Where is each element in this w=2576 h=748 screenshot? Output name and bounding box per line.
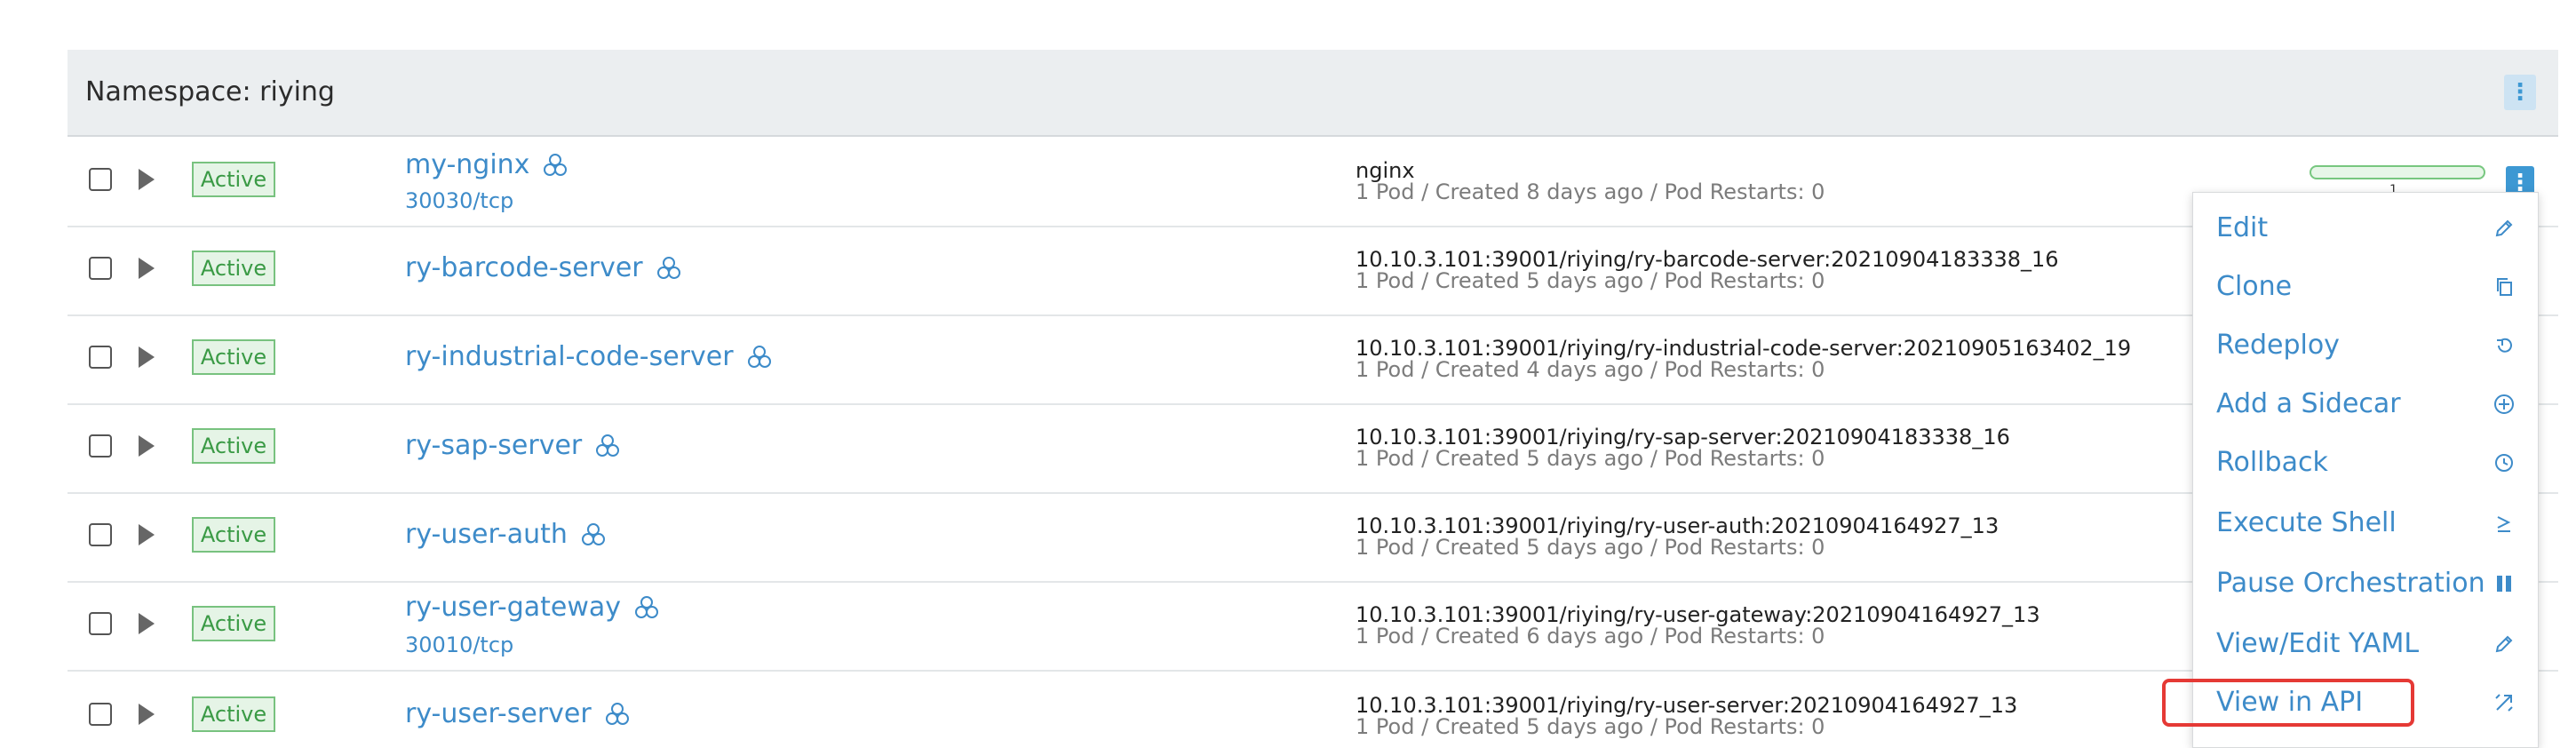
workload-name-line: ry-user-gateway	[405, 592, 660, 623]
workload-meta: 1 Pod / Created 5 days ago / Pod Restart…	[1356, 268, 1825, 293]
row-checkbox[interactable]	[89, 612, 112, 635]
workload-meta: 1 Pod / Created 5 days ago / Pod Restart…	[1356, 535, 1825, 560]
menu-item-redeploy[interactable]: Redeploy	[2193, 317, 2538, 376]
cluster-icon	[605, 702, 629, 725]
table-row: Active ry-user-gateway 30010/tcp 10.10.3…	[68, 581, 2558, 672]
kebab-icon: ⋮	[2508, 79, 2532, 106]
workload-meta: 1 Pod / Created 6 days ago / Pod Restart…	[1356, 624, 1825, 649]
table-row: Active ry-sap-server 10.10.3.101:39001/r…	[68, 403, 2558, 494]
cluster-icon	[747, 345, 771, 368]
workload-name-link[interactable]: ry-barcode-server	[405, 252, 643, 283]
pencil-icon	[2490, 214, 2518, 243]
menu-item-label: View/Edit YAML	[2216, 628, 2420, 659]
status-badge: Active	[192, 517, 275, 553]
status-badge: Active	[192, 339, 275, 375]
history-icon	[2490, 449, 2518, 477]
expand-icon[interactable]	[139, 613, 155, 634]
expand-icon[interactable]	[139, 169, 155, 190]
workload-name-line: ry-user-auth	[405, 519, 607, 550]
row-checkbox[interactable]	[89, 434, 112, 458]
namespace-header: Namespace: riying ⋮	[68, 50, 2558, 137]
menu-item-edit[interactable]: Edit	[2193, 200, 2538, 259]
pencil-icon	[2490, 630, 2518, 658]
external-link-icon	[2490, 688, 2518, 717]
workload-name-link[interactable]: ry-sap-server	[405, 430, 582, 461]
workload-port-link[interactable]: 30030/tcp	[405, 188, 513, 213]
workload-meta: 1 Pod / Created 4 days ago / Pod Restart…	[1356, 357, 1825, 382]
menu-item-view-edit-yaml[interactable]: View/Edit YAML	[2193, 616, 2538, 674]
table-row: Active ry-barcode-server 10.10.3.101:390…	[68, 226, 2558, 316]
expand-icon[interactable]	[139, 524, 155, 545]
expand-icon[interactable]	[139, 704, 155, 725]
scale-bar[interactable]	[2310, 165, 2485, 179]
highlight-box	[2162, 679, 2414, 727]
expand-icon[interactable]	[139, 346, 155, 368]
row-checkbox[interactable]	[89, 257, 112, 280]
menu-item-rollback[interactable]: Rollback	[2193, 434, 2538, 493]
expand-icon[interactable]	[139, 435, 155, 457]
status-badge: Active	[192, 606, 275, 641]
menu-item-add-sidecar[interactable]: Add a Sidecar	[2193, 376, 2538, 434]
cluster-icon	[581, 522, 605, 545]
row-actions-menu: Edit Clone Redeploy Add a Sidecar Rollba…	[2192, 192, 2539, 748]
workload-port-link[interactable]: 30010/tcp	[405, 633, 513, 657]
menu-item-label: Rollback	[2216, 447, 2328, 478]
status-badge: Active	[192, 162, 275, 197]
row-checkbox[interactable]	[89, 703, 112, 726]
row-checkbox[interactable]	[89, 168, 112, 191]
workload-name-link[interactable]: ry-user-gateway	[405, 592, 621, 623]
workload-meta: 1 Pod / Created 5 days ago / Pod Restart…	[1356, 714, 1825, 739]
workload-name-link[interactable]: ry-industrial-code-server	[405, 341, 734, 372]
workload-name-line: ry-barcode-server	[405, 252, 682, 283]
menu-item-label: Add a Sidecar	[2216, 388, 2401, 419]
workload-meta: 1 Pod / Created 5 days ago / Pod Restart…	[1356, 446, 1825, 471]
cluster-icon	[656, 256, 680, 279]
circle-plus-icon	[2490, 390, 2518, 418]
menu-item-clone[interactable]: Clone	[2193, 259, 2538, 317]
row-checkbox[interactable]	[89, 346, 112, 369]
workload-name-link[interactable]: ry-user-auth	[405, 519, 568, 550]
menu-item-execute-shell[interactable]: Execute Shell	[2193, 495, 2538, 553]
workload-name-line: ry-sap-server	[405, 430, 621, 461]
status-badge: Active	[192, 251, 275, 286]
table-row: Active my-nginx 30030/tcp nginx 1 Pod / …	[68, 137, 2558, 227]
workload-meta: 1 Pod / Created 8 days ago / Pod Restart…	[1356, 179, 1825, 204]
menu-item-label: Clone	[2216, 271, 2293, 302]
workload-name-line: ry-industrial-code-server	[405, 341, 773, 372]
undo-icon	[2490, 331, 2518, 360]
workload-name-line: ry-user-server	[405, 698, 631, 729]
pause-icon	[2490, 569, 2518, 598]
table-row: Active ry-industrial-code-server 10.10.3…	[68, 314, 2558, 405]
cluster-icon	[635, 595, 659, 618]
workload-name-link[interactable]: my-nginx	[405, 149, 529, 180]
expand-icon[interactable]	[139, 258, 155, 279]
namespace-title: Namespace: riying	[85, 76, 335, 107]
status-badge: Active	[192, 696, 275, 732]
menu-item-label: Edit	[2216, 212, 2269, 243]
table-row: Active ry-user-auth 10.10.3.101:39001/ri…	[68, 492, 2558, 583]
row-checkbox[interactable]	[89, 523, 112, 546]
workload-name-line: my-nginx	[405, 149, 568, 180]
cluster-icon	[596, 434, 620, 457]
workload-name-link[interactable]: ry-user-server	[405, 698, 592, 729]
shell-icon	[2490, 509, 2518, 537]
namespace-actions-button[interactable]: ⋮	[2504, 75, 2536, 110]
menu-item-pause-orchestration[interactable]: Pause Orchestration	[2193, 555, 2538, 614]
menu-item-label: Redeploy	[2216, 330, 2340, 361]
menu-item-label: Execute Shell	[2216, 507, 2397, 538]
copy-icon	[2490, 273, 2518, 301]
cluster-icon	[544, 153, 568, 176]
menu-item-label: Pause Orchestration	[2216, 568, 2485, 599]
status-badge: Active	[192, 428, 275, 464]
